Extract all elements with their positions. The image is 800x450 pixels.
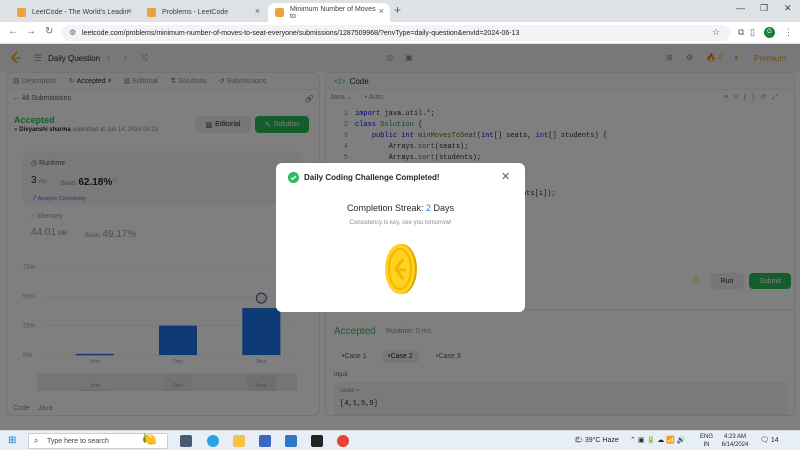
task-view-icon[interactable] [180, 435, 192, 447]
edge-icon[interactable] [207, 435, 219, 447]
url-text: leetcode.com/problems/minimum-number-of-… [82, 29, 520, 37]
restore-icon[interactable]: ❐ [760, 3, 768, 14]
gold-coin-icon [385, 244, 417, 294]
completion-streak: Completion Streak: 2 Days [346, 203, 455, 213]
leetcode-favicon-icon [17, 8, 26, 17]
weather-widget[interactable]: 🌤 39°C Haze [574, 436, 619, 444]
extensions-icon[interactable]: ⧉ [738, 27, 744, 38]
close-icon[interactable]: ✕ [501, 170, 510, 183]
reload-icon[interactable]: ↻ [45, 26, 53, 37]
minimize-icon[interactable]: — [736, 3, 745, 13]
back-icon[interactable]: ← [8, 26, 18, 37]
tab-title: Minimum Number of Moves to [290, 5, 376, 20]
file-explorer-icon[interactable] [233, 435, 245, 447]
close-tab-icon[interactable]: × [379, 6, 384, 16]
close-tab-icon[interactable]: × [255, 6, 260, 16]
site-settings-icon[interactable]: ⚙ [69, 28, 76, 37]
windows-start-icon[interactable]: ⊞ [8, 435, 16, 446]
security-icon[interactable] [311, 435, 323, 447]
forward-icon[interactable]: → [26, 26, 36, 37]
modal-title: Daily Coding Challenge Completed! [304, 173, 440, 182]
notification-icon[interactable]: 🗨 14 [760, 436, 779, 444]
leetcode-favicon-icon [275, 8, 284, 17]
search-icon: ⌕ [34, 436, 39, 445]
chrome-icon[interactable] [337, 435, 349, 447]
close-tab-icon[interactable]: × [127, 6, 132, 16]
windows-taskbar: ⊞ ⌕ Type here to search 🍋 🌤 39°C Haze ⌃▣… [0, 430, 800, 450]
sidebar-icon[interactable]: ▯ [750, 27, 755, 38]
menu-kebab-icon[interactable]: ⋮ [784, 27, 793, 38]
address-bar[interactable]: ⚙ leetcode.com/problems/minimum-number-o… [62, 25, 730, 41]
bookmark-star-icon[interactable]: ☆ [712, 27, 720, 38]
close-window-icon[interactable]: ✕ [784, 3, 792, 14]
browser-tab-leetcode-home[interactable]: LeetCode - The World's Leadin × [10, 3, 138, 22]
daily-challenge-modal: Daily Coding Challenge Completed! ✕ Comp… [276, 163, 525, 312]
store-icon[interactable] [259, 435, 271, 447]
language-indicator[interactable]: ENG IN [700, 433, 713, 449]
tab-title: Problems - LeetCode [162, 9, 229, 16]
tab-title: LeetCode - The World's Leadin [32, 9, 129, 16]
consistency-message: Consistency is key, see you tomorrow! [349, 220, 452, 226]
profile-avatar[interactable]: G [764, 27, 775, 38]
lemon-search-highlight-icon: 🍋 [142, 432, 157, 446]
check-circle-icon [288, 172, 299, 183]
leetcode-favicon-icon [147, 8, 156, 17]
mail-icon[interactable] [285, 435, 297, 447]
browser-tab-problems[interactable]: Problems - LeetCode × [140, 3, 266, 22]
browser-tab-minimum-moves[interactable]: Minimum Number of Moves to × [268, 3, 390, 22]
system-tray-icons[interactable]: ⌃▣🔋☁📶🔊 [630, 436, 688, 444]
browser-toolbar: ← → ↻ ⚙ leetcode.com/problems/minimum-nu… [0, 22, 800, 44]
browser-tab-strip: LeetCode - The World's Leadin × Problems… [0, 0, 800, 22]
taskbar-clock[interactable]: 4:23 AM 6/14/2024 [720, 433, 750, 449]
new-tab-button[interactable]: + [394, 3, 401, 17]
